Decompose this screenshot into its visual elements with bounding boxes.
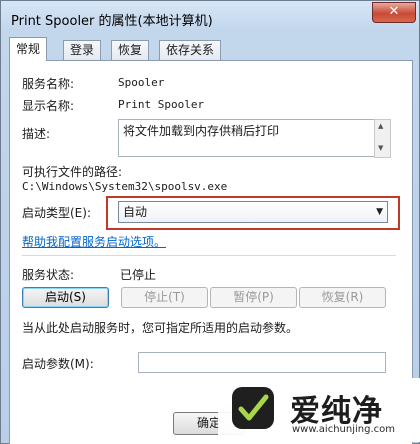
pause-button[interactable]: 暂停(P) <box>210 287 297 308</box>
watermark-url: www.aichunjing.com <box>292 424 395 435</box>
startup-type-label: 启动类型(E): <box>22 206 91 220</box>
start-params-input[interactable] <box>138 352 386 373</box>
start-params-hint: 当从此处启动服务时，您可指定所适用的启动参数。 <box>22 321 299 335</box>
scroll-up-icon[interactable]: ▲ <box>378 122 383 130</box>
exec-path-label: 可执行文件的路径: <box>22 165 123 179</box>
tab-strip: 常规 登录 恢复 依存关系 <box>9 37 413 61</box>
title-bar[interactable]: Print Spooler 的属性(本地计算机) ✕ <box>1 1 419 35</box>
service-status-value: 已停止 <box>120 268 157 282</box>
startup-type-value: 自动 <box>123 205 148 219</box>
tab-general[interactable]: 常规 <box>9 37 48 61</box>
stop-button[interactable]: 停止(T) <box>121 287 208 308</box>
watermark-logo-icon <box>232 387 274 429</box>
help-link[interactable]: 帮助我配置服务启动选项。 <box>22 233 166 250</box>
scroll-down-icon[interactable]: ▼ <box>378 144 383 152</box>
start-button[interactable]: 启动(S) <box>22 287 109 308</box>
window-title: Print Spooler 的属性(本地计算机) <box>11 14 213 29</box>
service-name-label: 服务名称: <box>22 77 75 91</box>
description-scrollbar[interactable]: ▲ ▼ <box>374 119 391 158</box>
exec-path-value: C:\Windows\System32\spoolsv.exe <box>22 180 228 193</box>
resume-button[interactable]: 恢复(R) <box>299 287 386 308</box>
close-icon: ✕ <box>388 4 400 19</box>
startup-type-select[interactable]: 自动 ▼ <box>118 201 388 223</box>
service-name-value: Spooler <box>118 76 165 89</box>
description-label: 描述: <box>22 127 51 141</box>
tab-logon[interactable]: 登录 <box>63 40 102 60</box>
start-params-label: 启动参数(M): <box>22 357 94 371</box>
description-textbox[interactable]: 将文件加载到内存供稍后打印 <box>118 119 382 157</box>
display-name-value: Print Spooler <box>118 98 205 111</box>
divider <box>22 255 396 256</box>
chevron-down-icon: ▼ <box>376 207 383 217</box>
description-value: 将文件加载到内存供稍后打印 <box>123 124 280 138</box>
close-button[interactable]: ✕ <box>372 2 416 23</box>
display-name-label: 显示名称: <box>22 99 75 113</box>
tab-recovery[interactable]: 恢复 <box>111 40 150 60</box>
tab-dependencies[interactable]: 依存关系 <box>159 40 222 60</box>
service-status-label: 服务状态: <box>22 268 75 282</box>
